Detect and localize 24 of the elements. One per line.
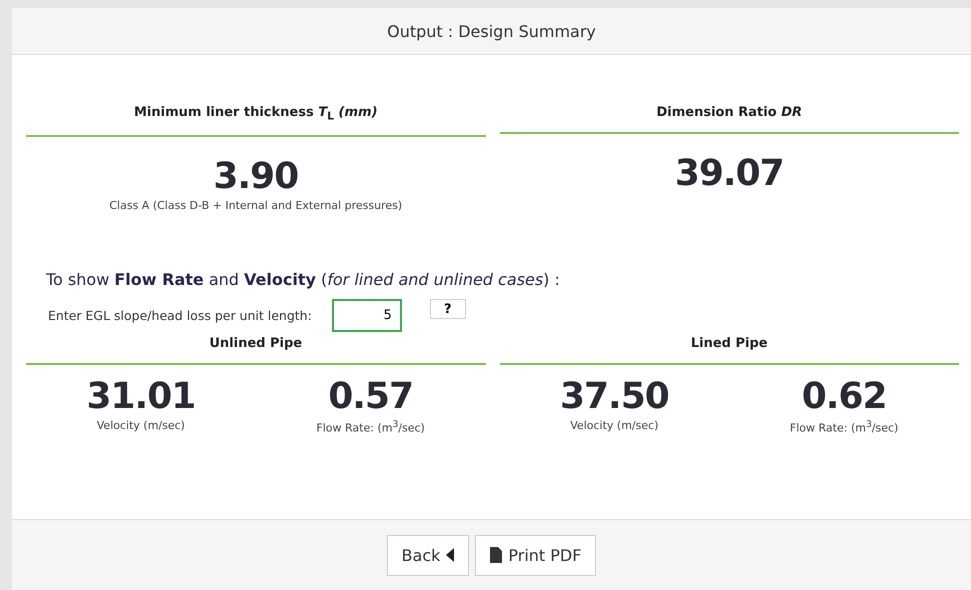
print-button[interactable]: Print PDF — [475, 534, 596, 576]
result-label: Velocity (m/sec) — [570, 418, 658, 432]
help-button[interactable]: ? — [430, 299, 466, 320]
intro-text: To show Flow Rate and Velocity (for lined and unlined cases) : — [46, 270, 561, 289]
back-button[interactable]: Back — [386, 534, 470, 576]
section-title: Lined Pipe — [500, 336, 959, 365]
result-value: 0.57 — [328, 378, 414, 415]
caret-left-icon — [446, 548, 454, 562]
section-title: Unlined Pipe — [26, 336, 486, 365]
result-value: 31.01 — [86, 378, 196, 415]
slope-input[interactable]: 5 — [332, 298, 402, 332]
result-value: 0.62 — [802, 378, 887, 415]
result-value: 3.90 — [213, 158, 298, 195]
result-label: Velocity (m/sec) — [96, 418, 185, 432]
result-value: 39.07 — [674, 156, 784, 192]
page-title: Output : Design Summary — [387, 22, 596, 40]
section-title: Minimum liner thickness T$_{L}$ (mm) — [26, 105, 486, 137]
result-label: Flow Rate: (m$^{3}$/sec) — [790, 418, 898, 434]
input-label: Enter EGL slope/head loss per unit length: — [48, 308, 312, 323]
section-title: Dimension Ratio DR — [500, 105, 959, 134]
result-label: Flow Rate: (m$^{3}$/sec) — [316, 418, 425, 434]
file-icon — [490, 547, 502, 563]
result-value: 37.50 — [560, 378, 669, 415]
result-note: Class A (Class D-B + Internal and External pressures) — [109, 198, 402, 212]
